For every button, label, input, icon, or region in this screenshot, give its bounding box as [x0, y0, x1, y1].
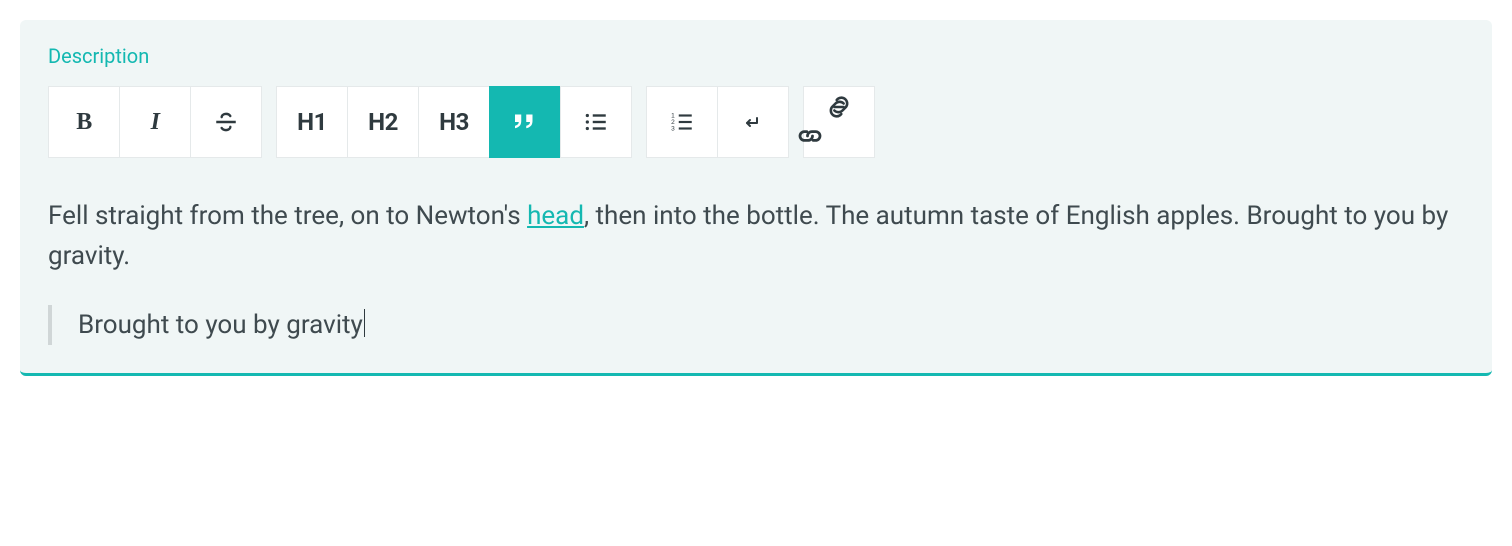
description-editor-panel: Description B I H1 H2 H3	[20, 20, 1492, 376]
blockquote-button[interactable]	[489, 86, 561, 158]
blockquote[interactable]: Brought to you by gravity	[48, 305, 1464, 345]
h1-button[interactable]: H1	[276, 86, 348, 158]
link-button[interactable]	[803, 86, 875, 158]
return-icon	[741, 110, 765, 134]
text-cursor	[364, 309, 365, 337]
italic-icon: I	[151, 109, 160, 136]
paragraph[interactable]: Fell straight from the tree, on to Newto…	[48, 196, 1464, 277]
ordered-list-icon: 1 2 3	[669, 109, 695, 135]
editor-toolbar: B I H1 H2 H3	[48, 86, 1464, 158]
italic-button[interactable]: I	[119, 86, 191, 158]
h3-icon: H3	[439, 108, 469, 136]
bold-button[interactable]: B	[48, 86, 120, 158]
h3-button[interactable]: H3	[418, 86, 490, 158]
panel-label: Description	[48, 44, 1464, 68]
h2-button[interactable]: H2	[347, 86, 419, 158]
svg-text:3: 3	[671, 126, 675, 133]
h1-icon: H1	[297, 108, 327, 136]
quote-icon	[510, 107, 540, 137]
editor-content[interactable]: Fell straight from the tree, on to Newto…	[48, 196, 1464, 345]
bold-icon: B	[76, 109, 92, 136]
ordered-list-button[interactable]: 1 2 3	[646, 86, 718, 158]
text-run: Fell straight from the tree, on to Newto…	[48, 201, 527, 231]
link-head[interactable]: head	[527, 201, 584, 231]
link-icon	[825, 93, 853, 151]
bullet-list-icon	[583, 109, 609, 135]
strikethrough-icon	[213, 109, 239, 135]
blockquote-text: Brought to you by gravity	[78, 310, 363, 340]
strikethrough-button[interactable]	[190, 86, 262, 158]
line-break-button[interactable]	[717, 86, 789, 158]
h2-icon: H2	[368, 108, 398, 136]
bullet-list-button[interactable]	[560, 86, 632, 158]
